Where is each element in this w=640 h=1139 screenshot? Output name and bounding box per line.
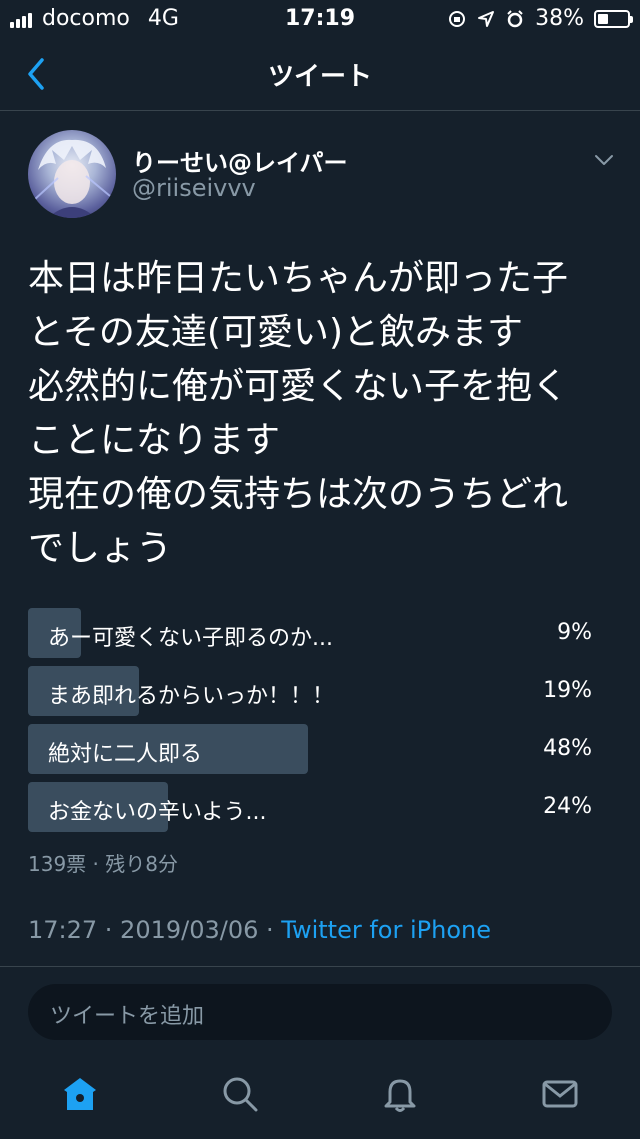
user-handle[interactable]: @riiseivvv <box>132 174 256 202</box>
search-icon[interactable] <box>220 1074 260 1114</box>
nav-bar: ツイート <box>0 40 640 111</box>
page-title: ツイート <box>267 62 372 92</box>
poll-option-label: まあ即れるからいっか！！！ <box>48 684 335 709</box>
home-icon[interactable] <box>60 1074 100 1114</box>
reply-placeholder: ツイートを追加 <box>50 1004 205 1029</box>
poll-option: お金ないの辛いよう... 24% <box>28 782 598 832</box>
avatar[interactable] <box>28 130 116 218</box>
poll-option: あー可愛くない子即るのか... 9% <box>28 608 598 658</box>
chevron-down-icon[interactable] <box>592 150 616 170</box>
tweet-timestamp: 17:27 · 2019/03/06 · Twitter for iPhone <box>28 916 491 944</box>
timestamp-text: 17:27 · 2019/03/06 · <box>28 916 282 944</box>
battery-icon <box>594 9 633 28</box>
display-name[interactable]: りーせい@レイパー <box>132 143 348 178</box>
alarm-icon <box>507 9 523 27</box>
notifications-icon[interactable] <box>380 1074 420 1114</box>
messages-icon[interactable] <box>540 1074 580 1114</box>
rotation-lock-icon <box>449 10 466 27</box>
tab-bar <box>0 1048 640 1139</box>
reply-input[interactable]: ツイートを追加 <box>28 984 612 1040</box>
poll-option-percent: 48% <box>543 736 592 761</box>
poll-option-percent: 24% <box>543 794 592 819</box>
source-link[interactable]: Twitter for iPhone <box>281 916 491 944</box>
avatar-image <box>33 139 111 218</box>
poll: あー可愛くない子即るのか... 9% まあ即れるからいっか！！！ 19% 絶対に… <box>28 608 598 840</box>
poll-option-label: お金ないの辛いよう... <box>48 800 267 825</box>
poll-option-percent: 9% <box>557 620 592 645</box>
location-icon <box>478 10 495 27</box>
battery-percent: 38% <box>535 6 584 31</box>
poll-option: まあ即れるからいっか！！！ 19% <box>28 666 598 716</box>
poll-option-label: あー可愛くない子即るのか... <box>48 626 333 651</box>
divider <box>0 966 640 967</box>
poll-option-label: 絶対に二人即る <box>48 742 203 767</box>
poll-option-percent: 19% <box>543 678 592 703</box>
tweet-text: 本日は昨日たいちゃんが即った子 とその友達(可愛い)と飲みます 必然的に俺が可愛… <box>28 258 569 569</box>
poll-meta: 139票 · 残り8分 <box>28 852 178 876</box>
poll-option: 絶対に二人即る 48% <box>28 724 598 774</box>
status-bar: docomo 4G 17:19 38% <box>0 0 640 40</box>
status-right: 38% <box>447 6 633 31</box>
